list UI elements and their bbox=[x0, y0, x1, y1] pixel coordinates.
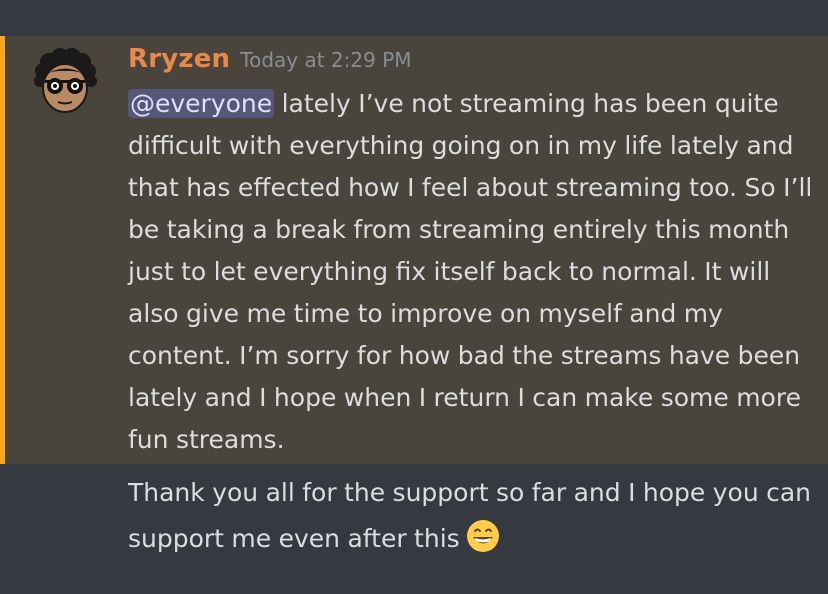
message-header: Rryzen Today at 2:29 PM bbox=[128, 44, 412, 74]
followup-message: Thank you all for the support so far and… bbox=[128, 470, 818, 562]
message-content: @everyone lately I’ve not streaming has … bbox=[128, 83, 818, 461]
grinning-emoji-icon bbox=[466, 519, 500, 553]
everyone-mention[interactable]: @everyone bbox=[128, 89, 275, 118]
timestamp: Today at 2:29 PM bbox=[240, 48, 412, 72]
username[interactable]: Rryzen bbox=[128, 44, 230, 74]
mention-bar bbox=[0, 36, 5, 464]
top-divider bbox=[0, 0, 828, 36]
avatar[interactable] bbox=[27, 44, 103, 120]
message-text: lately I’ve not streaming has been quite… bbox=[128, 89, 813, 454]
